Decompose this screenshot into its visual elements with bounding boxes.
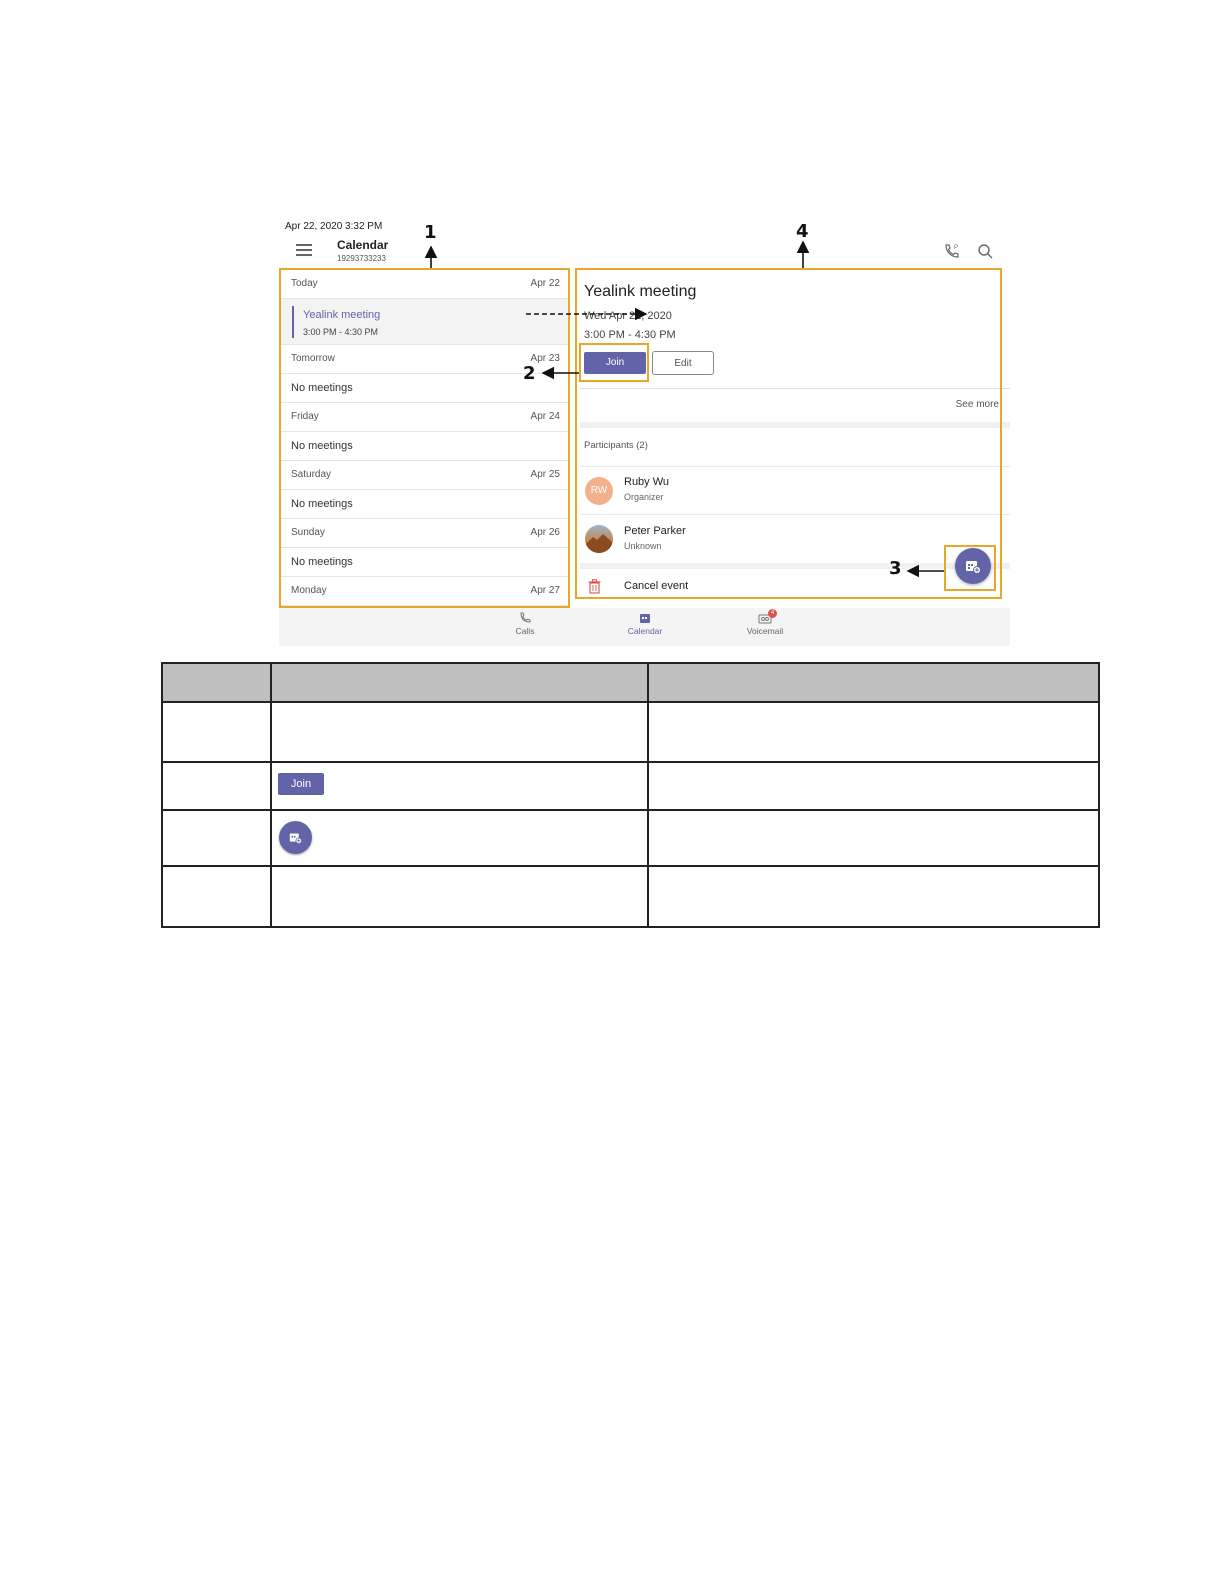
table-cell xyxy=(270,809,649,867)
table-cell xyxy=(647,865,1100,928)
calendar-add-icon xyxy=(289,833,302,844)
table-cell xyxy=(161,761,272,811)
table-row xyxy=(161,809,1100,867)
table-header-cell xyxy=(161,662,272,703)
table-row xyxy=(161,701,1100,763)
callout-number: 2 xyxy=(523,363,536,384)
table-header-row xyxy=(161,662,1100,703)
table-cell xyxy=(161,809,272,867)
new-meeting-button-sample xyxy=(279,821,312,854)
table-cell xyxy=(270,701,649,763)
callout-arrows xyxy=(424,240,944,578)
description-table: Join xyxy=(161,662,1100,928)
table-cell xyxy=(647,701,1100,763)
table-cell xyxy=(161,701,272,763)
join-button-sample: Join xyxy=(278,773,324,795)
callout-number: 3 xyxy=(889,558,902,579)
table-cell xyxy=(270,865,649,928)
table-row: Join xyxy=(161,761,1100,811)
table-cell: Join xyxy=(270,761,649,811)
table-cell xyxy=(161,865,272,928)
table-cell xyxy=(647,809,1100,867)
table-cell xyxy=(647,761,1100,811)
callout-number: 1 xyxy=(424,222,437,243)
table-header-cell xyxy=(647,662,1100,703)
callout-number: 4 xyxy=(796,221,809,242)
table-row xyxy=(161,865,1100,928)
table-header-cell xyxy=(270,662,649,703)
